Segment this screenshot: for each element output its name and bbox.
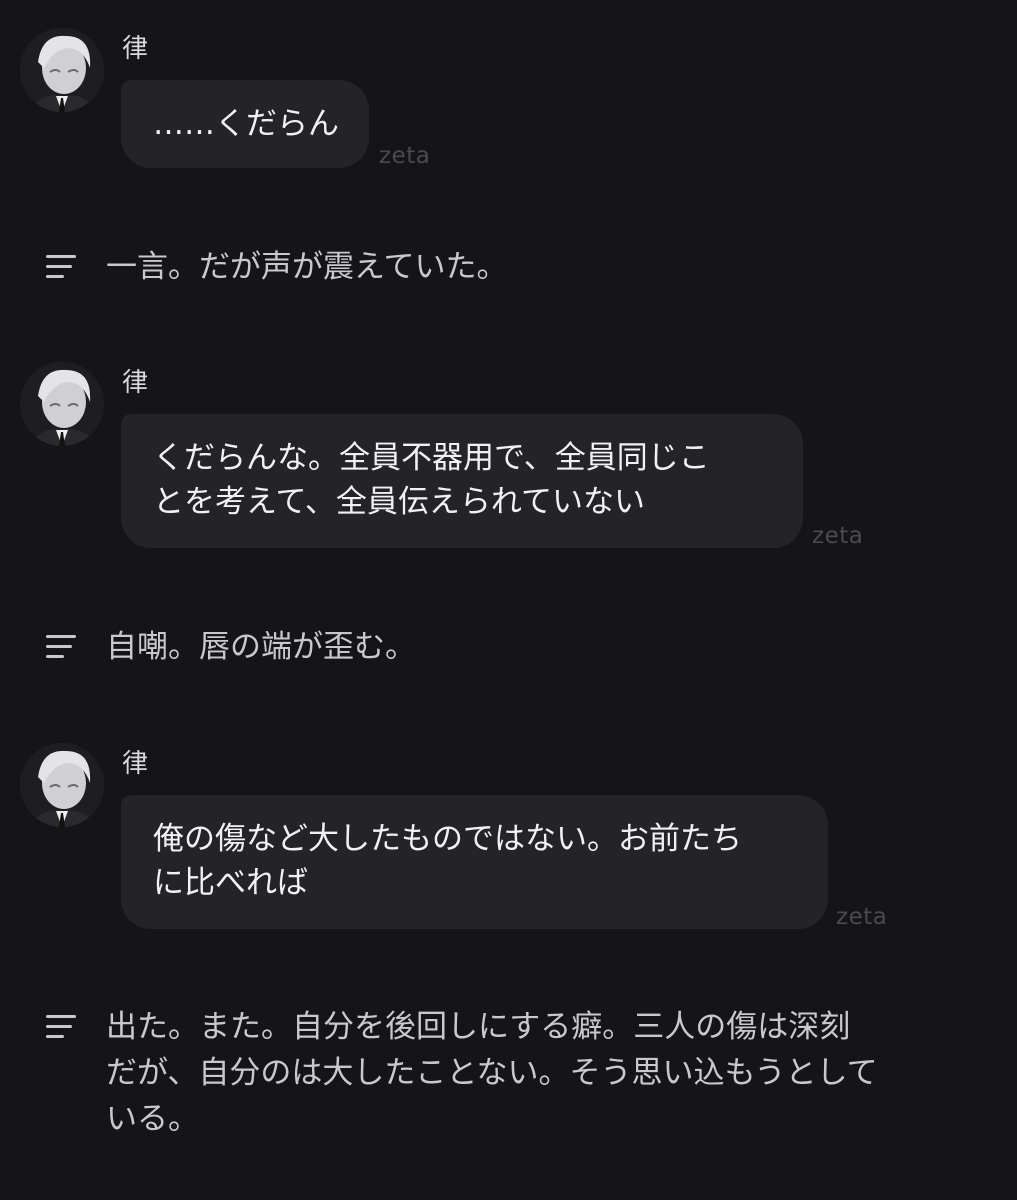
message-line: ……くだらん [153, 106, 339, 142]
message-bubble: くだらんな。全員不器用で、全員同じこ とを考えて、全員伝えられていない [121, 414, 803, 548]
narration-text: 自嘲。唇の端が歪む。 [106, 624, 416, 670]
model-tag: zeta [812, 523, 864, 549]
narration-lines-icon [46, 635, 76, 658]
avatar[interactable] [20, 362, 104, 446]
message-bubble: ……くだらん [121, 80, 369, 168]
narration-line: だが、自分のは大したことない。そう思い込もうとして [106, 1055, 878, 1091]
message-line: くだらんな。全員不器用で、全員同じこ [153, 440, 710, 476]
sender-name: 律 [122, 749, 149, 779]
model-tag: zeta [836, 904, 888, 930]
avatar[interactable] [20, 28, 104, 112]
avatar[interactable] [20, 743, 104, 827]
narration-lines-icon [46, 1015, 76, 1038]
narration-text: 一言。だが声が震えていた。 [106, 244, 507, 290]
narration-lines-icon [46, 255, 76, 278]
character-portrait-icon [20, 743, 104, 827]
narration-line: 自嘲。唇の端が歪む。 [106, 629, 416, 665]
model-tag: zeta [379, 143, 431, 169]
narration-text: 出た。また。自分を後回しにする癖。三人の傷は深刻 だが、自分のは大したことない。… [106, 1004, 878, 1142]
message-line: に比べれば [153, 865, 308, 901]
character-portrait-icon [20, 362, 104, 446]
message-bubble: 俺の傷など大したものではない。お前たち に比べれば [121, 795, 828, 929]
narration-line: いる。 [106, 1101, 199, 1137]
character-portrait-icon [20, 28, 104, 112]
sender-name: 律 [122, 34, 149, 64]
sender-name: 律 [122, 368, 149, 398]
message-line: とを考えて、全員伝えられていない [153, 484, 645, 520]
narration-line: 出た。また。自分を後回しにする癖。三人の傷は深刻 [106, 1009, 851, 1045]
message-line: 俺の傷など大したものではない。お前たち [153, 821, 742, 857]
narration-line: 一言。だが声が震えていた。 [106, 249, 508, 285]
